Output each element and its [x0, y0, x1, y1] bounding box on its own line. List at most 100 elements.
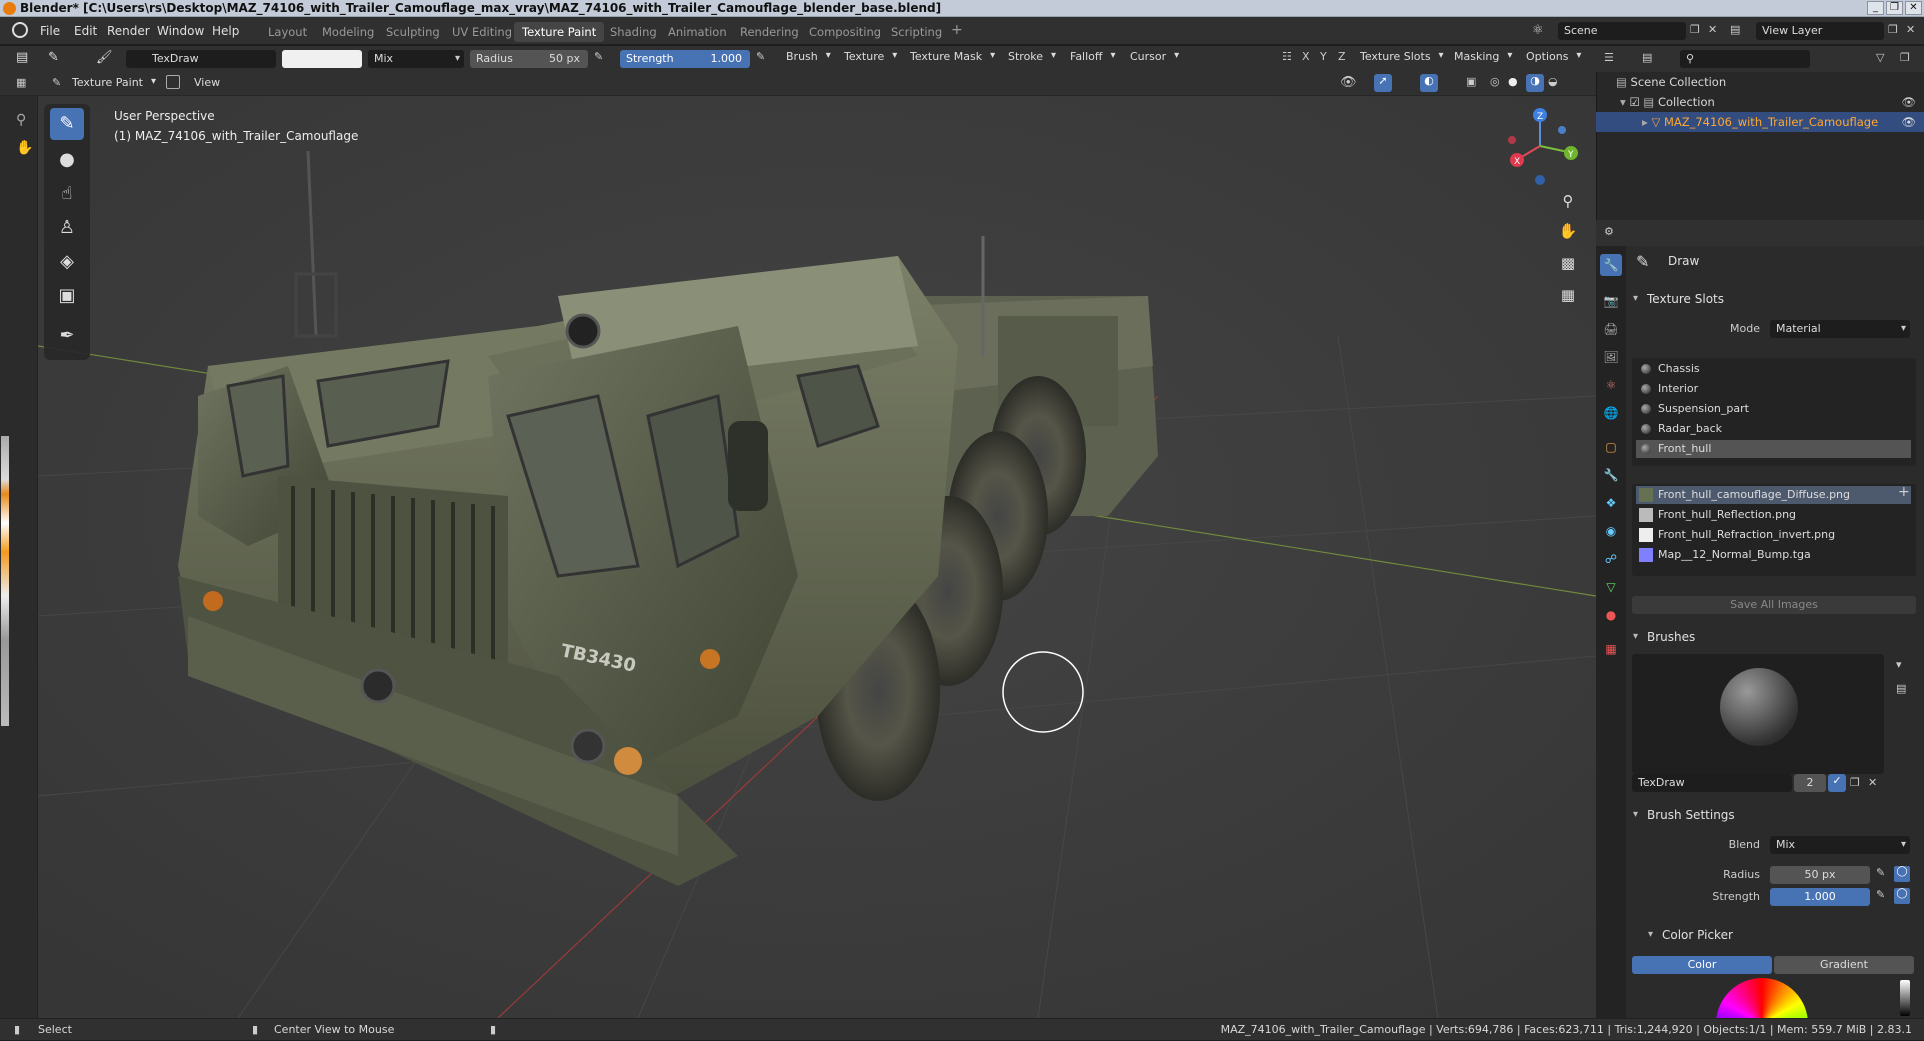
zoom-view-icon[interactable]: ⚲ [1555, 188, 1581, 214]
brush-preview-box[interactable] [1632, 654, 1884, 774]
scene-field[interactable]: Scene [1558, 22, 1686, 40]
navigation-gizmo[interactable]: Z Y X [1500, 100, 1580, 200]
strength-pressure-toggle-icon[interactable]: ◯ [1894, 888, 1910, 904]
brush-image-icon[interactable]: ▤ [1896, 682, 1906, 695]
world-tab-icon[interactable]: 🌐 [1600, 402, 1622, 424]
texture-mask-menu[interactable]: Texture Mask [910, 50, 995, 63]
tab-uv-editing[interactable]: UV Editing [452, 25, 512, 39]
radius-pressure-icon[interactable]: ✎ [594, 50, 603, 63]
masking-menu[interactable]: Masking [1454, 50, 1513, 63]
display-mode-icon[interactable]: ▤ [1642, 51, 1652, 64]
blender-menu-icon[interactable] [12, 22, 28, 38]
brushes-panel-header[interactable]: Brushes [1627, 626, 1923, 648]
checkbox-icon[interactable]: ☑ [1629, 95, 1639, 109]
editor-type-icon[interactable]: ▦ [16, 76, 26, 89]
render-tab-icon[interactable]: 📷 [1600, 290, 1622, 312]
material-slot-suspension[interactable]: Suspension_part [1636, 400, 1911, 418]
editor-type-icon[interactable]: ⚙ [1604, 225, 1614, 238]
axis-y-toggle[interactable]: Y [1320, 50, 1327, 63]
menu-render[interactable]: Render [107, 24, 150, 38]
radius-field[interactable]: 50 px [1770, 866, 1870, 884]
ortho-toggle-icon[interactable]: ▦ [1555, 282, 1581, 308]
axis-z-toggle[interactable]: Z [1338, 50, 1346, 63]
outliner-row-object[interactable]: ▸ ▽ MAZ_74106_with_Trailer_Camouflage 👁 [1596, 112, 1924, 132]
object-tab-icon[interactable]: ▢ [1600, 436, 1622, 458]
mask-tool[interactable]: ▣ [50, 280, 84, 312]
tab-animation[interactable]: Animation [668, 25, 727, 39]
color-tab[interactable]: Color [1632, 956, 1772, 974]
tool-tab-icon[interactable]: 🔧 [1600, 254, 1622, 276]
tab-layout[interactable]: Layout [268, 25, 307, 39]
expand-arrow-icon[interactable]: ▸ [1642, 115, 1648, 129]
add-workspace-icon[interactable]: + [951, 22, 963, 38]
gizmo-toggle-icon[interactable]: ➚ [1374, 74, 1392, 92]
brush-name-field[interactable]: TexDraw [126, 50, 276, 68]
stroke-menu[interactable]: Stroke [1008, 50, 1056, 63]
output-tab-icon[interactable]: 🖨 [1600, 318, 1622, 340]
view-layer-icon[interactable]: ▤ [1730, 23, 1740, 36]
duplicate-brush-icon[interactable]: ❐ [1850, 776, 1860, 789]
rendered-shading-icon[interactable]: ◒ [1548, 75, 1558, 88]
zoom-icon[interactable]: ⚲ [16, 112, 26, 128]
solid-shading-icon[interactable]: ● [1508, 75, 1518, 88]
tab-rendering[interactable]: Rendering [740, 25, 799, 39]
filter-icon[interactable]: ▽ [1876, 51, 1884, 64]
outliner-search-input[interactable]: ⚲ [1680, 50, 1810, 68]
tab-shading[interactable]: Shading [610, 25, 657, 39]
brush-settings-panel-header[interactable]: Brush Settings [1627, 804, 1923, 826]
mode-dropdown[interactable]: Material [1770, 320, 1910, 338]
fill-tool[interactable]: ◈ [50, 246, 84, 278]
particles-tab-icon[interactable]: ❖ [1600, 492, 1622, 514]
outliner-row-collection[interactable]: ▾ ☑ ▤ Collection 👁 [1596, 92, 1924, 112]
unlink-brush-icon[interactable]: ✕ [1868, 776, 1877, 789]
minimize-button[interactable]: _ [1867, 1, 1884, 15]
xray-icon[interactable]: ▣ [1466, 75, 1476, 88]
texture-slots-panel-header[interactable]: Texture Slots [1627, 288, 1923, 310]
new-collection-icon[interactable]: ❐ [1900, 51, 1910, 64]
image-slot-diffuse[interactable]: Front_hull_camouflage_Diffuse.png [1636, 486, 1911, 504]
tab-scripting[interactable]: Scripting [891, 25, 942, 39]
brush-user-count[interactable]: 2 [1794, 774, 1826, 792]
blend-dropdown[interactable]: Mix [1770, 836, 1910, 854]
gradient-tab[interactable]: Gradient [1774, 956, 1914, 974]
image-slot-normal-bump[interactable]: Map__12_Normal_Bump.tga [1636, 546, 1911, 564]
axis-x-toggle[interactable]: X [1302, 50, 1310, 63]
remove-view-layer-icon[interactable]: ✕ [1906, 23, 1915, 36]
editor-type-icon[interactable]: ☰ [1604, 51, 1614, 64]
maximize-button[interactable]: ❐ [1886, 1, 1903, 15]
brush-datablock-name[interactable]: TexDraw [1632, 774, 1792, 792]
radius-field[interactable]: Radius 50 px [470, 50, 588, 68]
view-layer-field[interactable]: View Layer [1756, 22, 1884, 40]
color-wheel[interactable] [1716, 978, 1808, 1018]
visibility-eye-icon[interactable]: 👁 [1901, 92, 1916, 112]
strength-pressure-icon[interactable]: ✎ [756, 50, 765, 63]
strength-pressure-icon[interactable]: ✎ [1876, 888, 1885, 901]
visibility-icon[interactable]: 👁 [1340, 75, 1357, 90]
material-slot-radar-back[interactable]: Radar_back [1636, 420, 1911, 438]
radius-pressure-icon[interactable]: ✎ [1876, 866, 1885, 879]
menu-window[interactable]: Window [157, 24, 204, 38]
texture-slots-menu[interactable]: Texture Slots [1360, 50, 1444, 63]
falloff-menu[interactable]: Falloff [1070, 50, 1116, 63]
remove-scene-icon[interactable]: ✕ [1708, 23, 1717, 36]
menu-file[interactable]: File [40, 24, 60, 38]
pan-view-icon[interactable]: ✋ [1555, 218, 1581, 244]
overlay-toggle-icon[interactable]: ◐ [1420, 74, 1438, 92]
editor-type-icon[interactable]: ▤ [16, 50, 28, 65]
menu-help[interactable]: Help [212, 24, 239, 38]
clone-tool[interactable]: ♙ [50, 212, 84, 244]
scene-tab-icon[interactable]: ⚛ [1600, 374, 1622, 396]
add-texture-icon[interactable]: + [1898, 484, 1910, 500]
draw-tool[interactable]: ✎ [50, 108, 84, 140]
brush-browse-icon[interactable]: ▾ [1896, 658, 1902, 671]
view-menu[interactable]: View [194, 76, 220, 89]
smear-tool[interactable]: ☝ [50, 178, 84, 210]
brush-menu[interactable]: Brush [786, 50, 831, 63]
material-shading-icon[interactable]: ◑ [1526, 74, 1544, 92]
annotate-tool[interactable]: ✒ [50, 320, 84, 352]
paint-mask-toggle[interactable] [166, 75, 180, 89]
material-slot-front-hull[interactable]: Front_hull [1636, 440, 1911, 458]
blend-mode-dropdown[interactable]: Mix [368, 50, 464, 68]
view-layer-tab-icon[interactable]: 🖼 [1600, 346, 1622, 368]
visibility-eye-icon[interactable]: 👁 [1901, 112, 1916, 132]
